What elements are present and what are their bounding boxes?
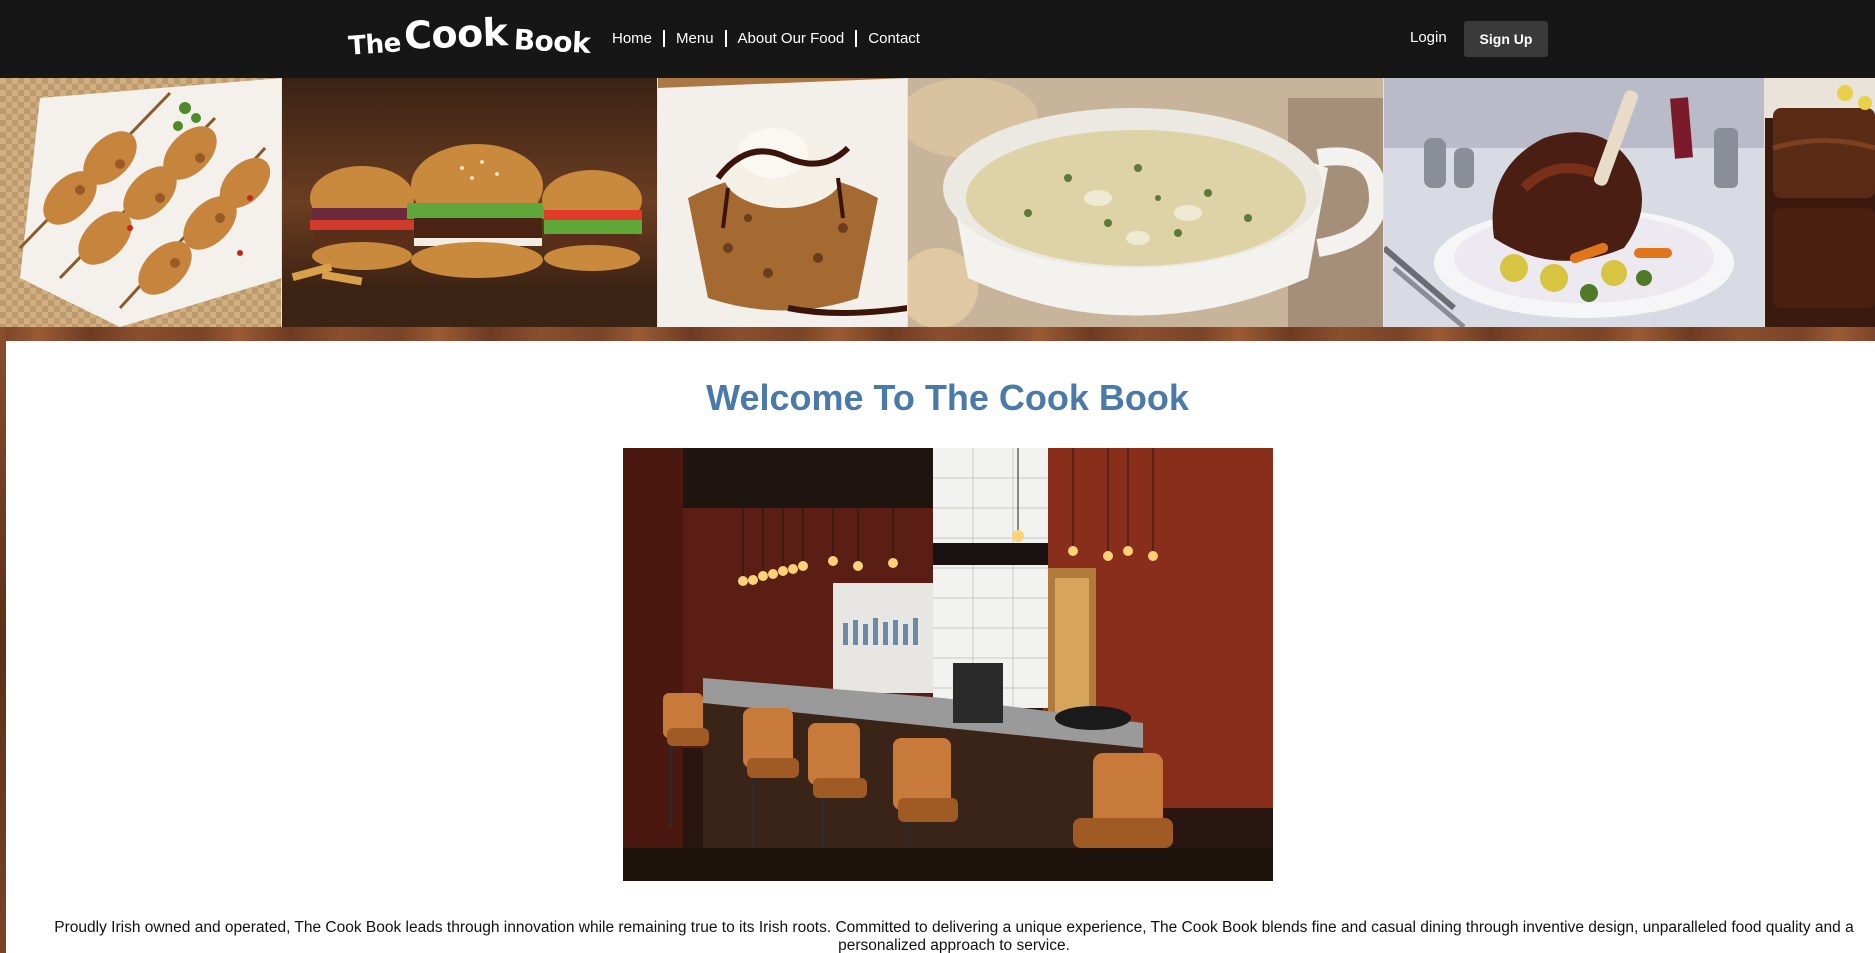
logo-word-book: Book xyxy=(512,23,591,60)
burgers-image xyxy=(282,78,658,327)
roast-rib-image xyxy=(1384,78,1765,327)
chicken-skewers-image xyxy=(0,78,282,327)
soup-bowl-image xyxy=(908,78,1384,327)
restaurant-bar-interior-image xyxy=(623,448,1273,881)
food-banner xyxy=(0,78,1875,327)
logo-word-the: The xyxy=(347,28,402,62)
wood-border xyxy=(0,327,1875,341)
intro-paragraph: Proudly Irish owned and operated, The Co… xyxy=(54,919,1854,953)
site-logo[interactable]: TheCook Book xyxy=(347,10,591,64)
nav-separator xyxy=(663,29,666,47)
nav-menu-link[interactable]: Menu xyxy=(676,30,714,47)
chocolate-dessert-image xyxy=(1765,78,1875,327)
page-title: Welcome To The Cook Book xyxy=(706,377,1189,418)
signup-button[interactable]: Sign Up xyxy=(1464,21,1548,57)
nav-about-food-link[interactable]: About Our Food xyxy=(738,30,845,47)
nav-contact-link[interactable]: Contact xyxy=(868,30,920,47)
main-nav: Home Menu About Our Food Contact xyxy=(612,28,920,48)
nav-separator xyxy=(724,29,727,47)
nav-home-link[interactable]: Home xyxy=(612,30,652,47)
login-link[interactable]: Login xyxy=(1410,29,1447,46)
main-content: Welcome To The Cook Book Proudly Irish o… xyxy=(6,341,1875,953)
nav-separator xyxy=(855,29,858,47)
logo-word-cook: Cook xyxy=(403,10,509,58)
top-navigation-bar: TheCook Book Home Menu About Our Food Con… xyxy=(0,0,1875,78)
cookie-sundae-image xyxy=(658,78,908,327)
